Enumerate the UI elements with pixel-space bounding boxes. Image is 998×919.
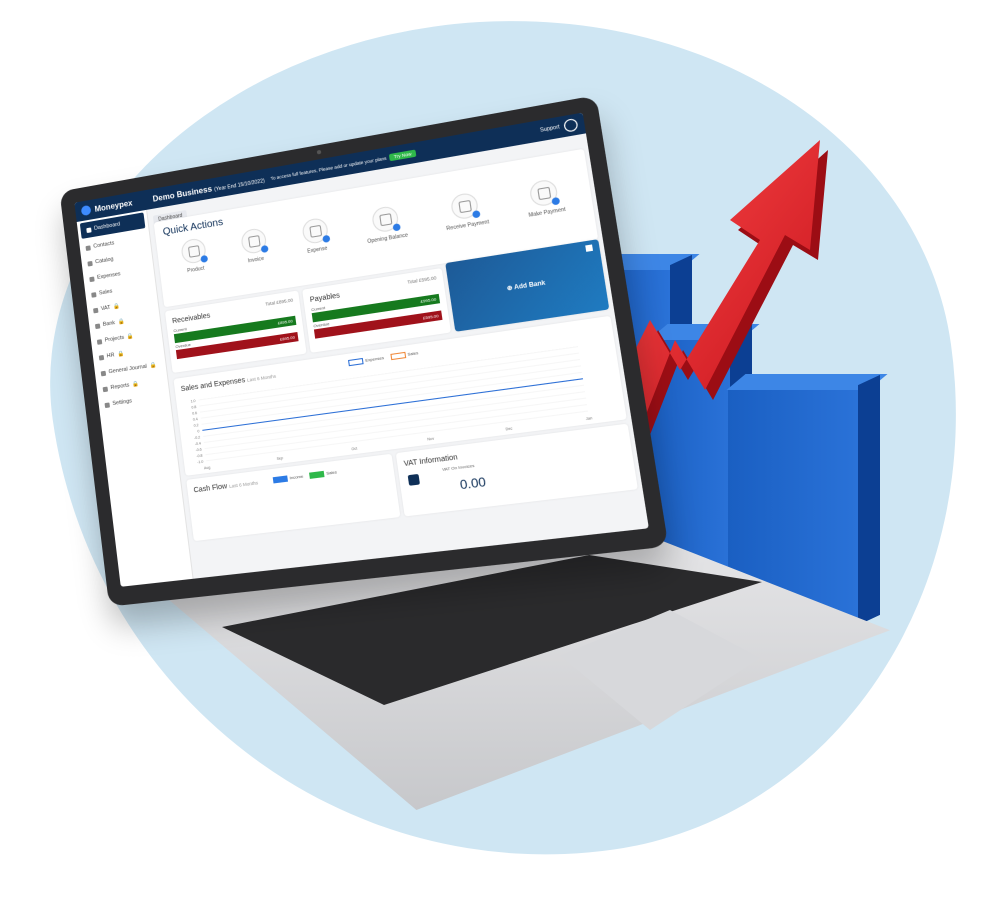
gridline (201, 366, 581, 418)
journal-icon (101, 370, 106, 376)
people-icon (99, 354, 104, 360)
quick-action-expense[interactable]: Expense (301, 217, 331, 255)
user-icon (85, 245, 90, 251)
y-tick-label: -0.6 (195, 447, 202, 452)
y-tick-label: -0.4 (195, 441, 202, 446)
bank-icon (95, 323, 100, 329)
y-tick-label: 0.4 (193, 417, 198, 422)
app-screen: Moneypex Demo Business (Year End 15/10/2… (74, 113, 648, 587)
quick-action-receive-payment[interactable]: Receive Payment (442, 190, 490, 232)
y-tick-label: 0.8 (191, 405, 196, 410)
camera-icon (317, 150, 322, 155)
quick-action-invoice[interactable]: Invoice (240, 227, 269, 265)
x-tick-label: Sep (276, 456, 283, 461)
receipt-icon (309, 225, 322, 238)
vat-icon (408, 474, 420, 486)
main-content: Dashboard Quick Actions Product Invoice … (148, 133, 649, 578)
quick-action-opening-balance[interactable]: Opening Balance (363, 204, 409, 245)
catalog-icon (87, 260, 92, 266)
series-line-expenses (202, 379, 583, 431)
quick-action-make-payment[interactable]: Make Payment (524, 177, 567, 219)
y-tick-label: -1.0 (197, 460, 204, 465)
cash-flow-legend: Income Sales (273, 469, 338, 483)
x-tick-label: Dec (505, 426, 513, 431)
make-payment-icon (538, 187, 552, 201)
invoice-icon (248, 235, 261, 248)
cash-flow-period: Last 6 Months (229, 480, 259, 489)
support-link[interactable]: Support (540, 124, 560, 134)
quick-action-product[interactable]: Product (180, 237, 208, 275)
cash-flow-title: Cash Flow (193, 483, 227, 494)
gridline (203, 385, 584, 436)
box-icon (188, 245, 200, 258)
x-tick-label: Jan (586, 416, 593, 421)
vat-icon (93, 307, 98, 313)
vat-subtitle: VAT On Invoices (442, 463, 475, 472)
y-tick-label: -0.2 (194, 435, 201, 440)
y-tick-label: 0 (197, 429, 200, 433)
try-now-button[interactable]: Try Now (389, 149, 416, 161)
expense-icon (89, 276, 94, 282)
logo-icon (81, 205, 92, 216)
gear-icon (104, 402, 109, 408)
report-icon (103, 386, 108, 392)
y-tick-label: -0.8 (196, 453, 203, 458)
add-bank-button[interactable]: ⊕ Add Bank (506, 279, 545, 292)
user-avatar-icon[interactable] (563, 118, 578, 133)
x-tick-label: Oct (351, 446, 357, 451)
y-tick-label: 0.6 (192, 411, 197, 416)
projects-icon (97, 339, 102, 345)
brand-name: Moneypex (94, 198, 133, 213)
gridline (200, 359, 580, 412)
balance-icon (379, 213, 392, 226)
y-tick-label: 1.0 (190, 399, 195, 404)
x-tick-label: Nov (427, 436, 435, 441)
vat-value: 0.00 (459, 474, 487, 492)
y-tick-label: 0.2 (194, 423, 199, 428)
dashboard-icon (86, 227, 91, 233)
cart-icon (91, 292, 96, 298)
bank-icon (585, 244, 593, 251)
sales-expenses-period: Last 6 Months (247, 374, 277, 383)
x-tick-label: Aug (204, 465, 211, 470)
gridline (204, 392, 585, 443)
receive-payment-icon (459, 200, 473, 213)
